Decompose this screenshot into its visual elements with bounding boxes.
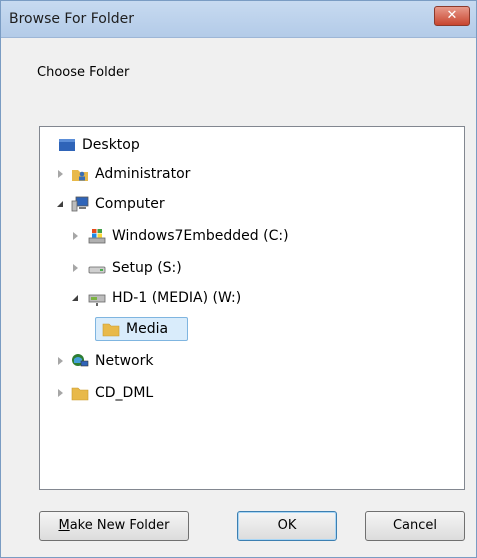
expand-arrow-icon[interactable] <box>58 389 63 397</box>
expand-arrow-icon[interactable] <box>58 357 63 365</box>
tree-item-label: Administrator <box>95 166 191 182</box>
tree-item-label: Desktop <box>82 137 140 153</box>
tree-item-label: Media <box>126 321 169 337</box>
network-icon <box>72 354 89 367</box>
user-folder-icon <box>72 170 88 181</box>
expand-arrow-icon[interactable] <box>58 170 63 178</box>
ok-button[interactable]: OK <box>237 511 337 541</box>
desktop-icon <box>59 139 75 151</box>
network-drive-icon <box>88 294 106 306</box>
collapse-arrow-icon[interactable] <box>57 201 63 207</box>
folder-tree[interactable]: Desktop Administrator Computer Windows7E… <box>39 126 465 490</box>
folder-icon <box>102 323 120 337</box>
mnemonic-letter: M <box>58 518 70 533</box>
browse-folder-dialog: Browse For Folder ✕ Choose Folder Deskto… <box>0 0 477 558</box>
prompt-text: Choose Folder <box>37 65 130 80</box>
tree-item-label: Windows7Embedded (C:) <box>112 228 289 244</box>
tree-item-label: Network <box>95 353 154 369</box>
tree-item-label: HD-1 (MEDIA) (W:) <box>112 290 242 306</box>
expand-arrow-icon[interactable] <box>73 264 78 272</box>
button-label: Cancel <box>392 518 438 533</box>
close-button[interactable]: ✕ <box>434 6 470 26</box>
tree-item-label: CD_DML <box>95 385 154 401</box>
computer-icon <box>71 196 89 212</box>
dialog-title: Browse For Folder <box>9 11 135 27</box>
tree-item-label: Computer <box>95 196 165 212</box>
expand-arrow-icon[interactable] <box>73 232 78 240</box>
tree-item-label: Setup (S:) <box>112 260 182 276</box>
cancel-button[interactable]: Cancel <box>365 511 465 541</box>
button-label: ake New Folder <box>69 518 170 533</box>
system-drive-icon <box>88 229 106 244</box>
close-icon: ✕ <box>446 8 458 23</box>
button-label: OK <box>277 518 297 533</box>
collapse-arrow-icon[interactable] <box>72 295 78 301</box>
title-bar[interactable]: Browse For Folder ✕ <box>1 1 476 38</box>
make-new-folder-button[interactable]: Make New Folder <box>39 511 189 541</box>
drive-icon <box>88 266 106 274</box>
folder-icon <box>71 387 89 401</box>
